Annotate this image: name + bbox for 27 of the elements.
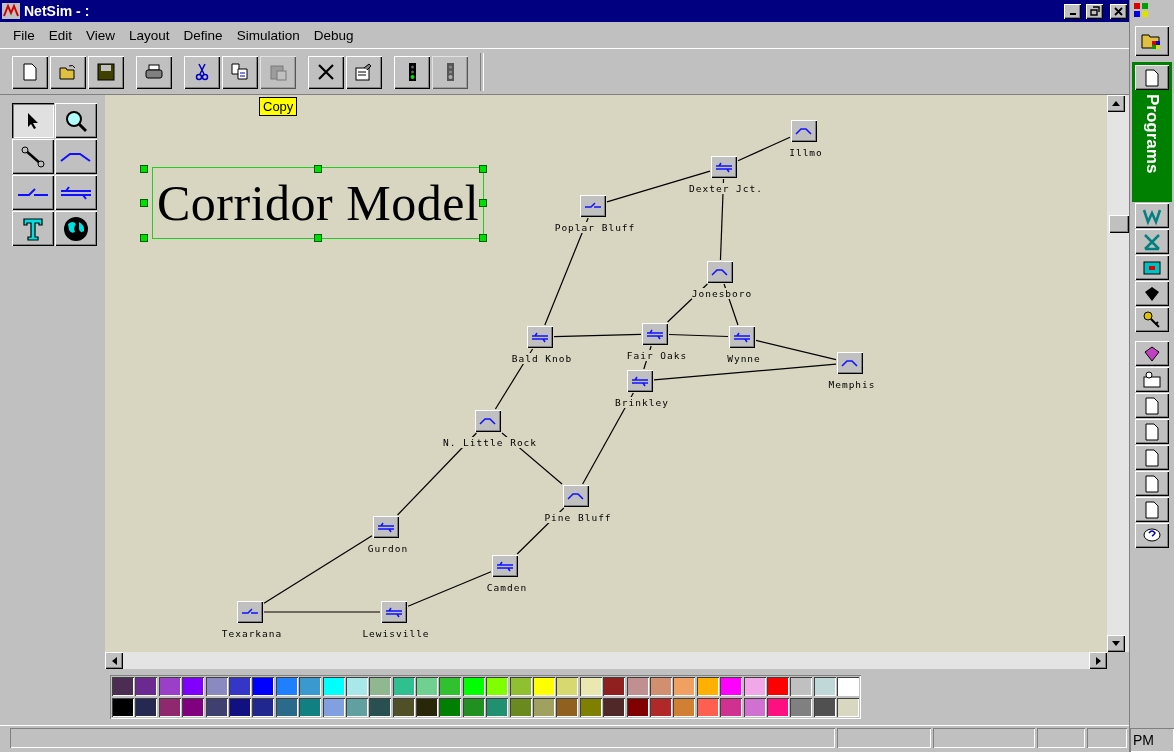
window-title: NetSim - :: [24, 3, 91, 19]
menu-item[interactable]: Edit: [41, 27, 80, 43]
menu-item[interactable]: Define: [176, 27, 230, 43]
menu-item[interactable]: View: [79, 27, 123, 43]
node-label: Brinkley: [615, 397, 669, 408]
diagram-title: Corridor Model: [157, 174, 480, 232]
node-label: N. Little Rock: [442, 437, 538, 448]
menu-item[interactable]: Simulation: [229, 27, 307, 43]
node-label: Camden: [486, 582, 528, 593]
menu-item[interactable]: Layout: [122, 27, 177, 43]
node-label: Fair Oaks: [626, 350, 688, 361]
node-label: Poplar Bluff: [554, 222, 636, 233]
node-label: Pine Bluff: [544, 512, 612, 523]
menu-item[interactable]: File: [6, 27, 42, 43]
node-label: Lewisville: [362, 628, 430, 639]
node-label: Bald Knob: [511, 353, 573, 364]
node-label: Memphis: [828, 379, 876, 390]
node-label: Dexter Jct.: [689, 183, 763, 194]
node-label: Texarkana: [221, 628, 283, 639]
tooltip: Copy: [259, 97, 298, 116]
node-label: Illmo: [789, 147, 823, 158]
node-label: Jonesboro: [691, 288, 753, 299]
node-label: Gurdon: [367, 543, 409, 554]
clock-text: PM: [1130, 728, 1174, 752]
panel-title: Programs: [1142, 94, 1162, 174]
node-label: Wynne: [727, 353, 761, 364]
menu-item[interactable]: Debug: [306, 27, 361, 43]
